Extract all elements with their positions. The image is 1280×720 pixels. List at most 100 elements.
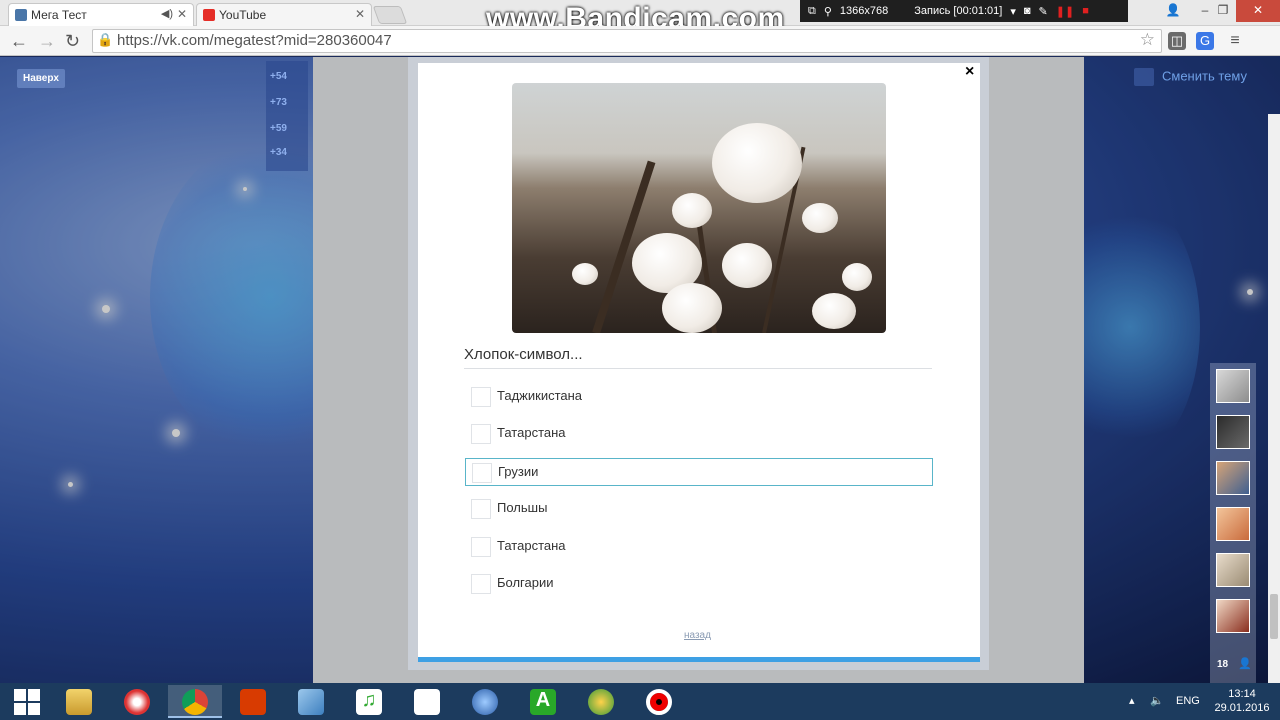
toolbar: ← → ↻ 🔒 https://vk.com/megatest?mid=2803… — [0, 26, 1280, 56]
taskbar-explorer[interactable] — [52, 685, 106, 718]
quiz-image — [512, 83, 886, 333]
translate-icon[interactable]: G — [1196, 32, 1214, 50]
tab-title: YouTube — [219, 8, 267, 22]
question-text: Хлопок-символ... — [464, 346, 583, 363]
stop-icon[interactable]: ■ — [1082, 5, 1089, 17]
taskbar-app[interactable] — [110, 685, 164, 718]
counter-badge[interactable]: +59 — [270, 123, 287, 134]
change-theme-label: Сменить тему — [1162, 68, 1247, 84]
tray-chevron-up-icon[interactable]: ▴ — [1129, 694, 1135, 707]
globe-icon — [472, 689, 498, 715]
answer-checkbox[interactable] — [471, 387, 491, 407]
tab-mega-test[interactable]: Мега Тест ◀) ✕ — [8, 3, 194, 26]
image-detail — [672, 193, 712, 228]
image-detail — [722, 243, 772, 288]
image-detail — [842, 263, 872, 291]
music-icon: ♫ — [356, 689, 382, 715]
new-tab-button[interactable] — [372, 6, 408, 24]
taskbar-app[interactable] — [458, 685, 512, 718]
change-theme-button[interactable]: Сменить тему — [1134, 68, 1247, 86]
taskbar-document[interactable] — [400, 685, 454, 718]
person-icon: 👤 — [1238, 658, 1252, 670]
taskbar-office[interactable] — [226, 685, 280, 718]
notification-counters: +54 +73 +59 +34 — [266, 61, 308, 171]
answer-checkbox[interactable] — [471, 499, 491, 519]
app-icon — [124, 689, 150, 715]
maximize-button[interactable]: ❐ — [1208, 0, 1238, 22]
friends-count[interactable]: 18 — [1217, 659, 1228, 670]
answer-option[interactable]: Таджикистана — [465, 383, 933, 411]
close-tab-icon[interactable]: ✕ — [177, 7, 187, 21]
clock-time: 13:14 — [1228, 688, 1256, 700]
record-icon — [646, 689, 672, 715]
input-language[interactable]: ENG — [1176, 695, 1200, 707]
camera-icon[interactable]: ◙ — [1024, 5, 1031, 17]
answer-checkbox[interactable] — [471, 574, 491, 594]
question-divider — [464, 368, 932, 369]
volume-icon[interactable]: 🔈 — [1150, 694, 1164, 707]
recorder-toolbar: ⧉ ⚲ 1366x768 Запись [00:01:01] ▾ ◙ ✎ ❚❚ … — [800, 0, 1128, 22]
chevron-down-icon[interactable]: ▾ — [1010, 5, 1016, 18]
image-detail — [812, 293, 856, 329]
taskbar-bandicam[interactable] — [632, 685, 686, 718]
chrome-icon — [182, 689, 208, 715]
answer-checkbox[interactable] — [471, 424, 491, 444]
answer-checkbox[interactable] — [471, 537, 491, 557]
clock-date: 29.01.2016 — [1214, 702, 1270, 714]
answer-option[interactable]: Татарстана — [465, 533, 933, 561]
scrollbar-thumb[interactable] — [1270, 594, 1278, 639]
friend-avatar[interactable] — [1216, 599, 1250, 633]
back-arrow-icon[interactable]: ← — [10, 31, 28, 51]
pause-icon[interactable]: ❚❚ — [1056, 5, 1074, 18]
system-clock[interactable]: 13:14 29.01.2016 — [1212, 687, 1272, 715]
page-scrollbar[interactable] — [1268, 114, 1280, 683]
close-tab-icon[interactable]: ✕ — [355, 7, 365, 21]
answer-checkbox[interactable] — [472, 463, 492, 483]
image-detail — [662, 283, 722, 333]
window-mode-icon[interactable]: ⧉ — [808, 5, 816, 18]
taskbar: ♫ A ▴ 🔈 ENG 13:14 29.01.2016 — [0, 683, 1280, 720]
answer-option[interactable]: Болгарии — [465, 570, 933, 598]
friend-avatar[interactable] — [1216, 369, 1250, 403]
taskbar-app[interactable]: A — [516, 685, 570, 718]
taskbar-app[interactable] — [284, 685, 338, 718]
forward-arrow-icon[interactable]: → — [38, 31, 56, 51]
taskbar-app[interactable] — [574, 685, 628, 718]
answer-option-selected[interactable]: Грузии — [465, 458, 933, 486]
warning-lock-icon[interactable]: 🔒 — [97, 32, 113, 48]
close-window-button[interactable]: ✕ — [1236, 0, 1280, 22]
friend-avatar[interactable] — [1216, 415, 1250, 449]
tab-youtube[interactable]: YouTube ✕ — [196, 3, 372, 26]
back-link[interactable]: назад — [684, 630, 711, 641]
recorder-status: Запись [00:01:01] — [914, 5, 1003, 17]
magnifier-icon[interactable]: ⚲ — [824, 5, 832, 18]
speaker-icon[interactable]: ◀) — [161, 7, 173, 20]
counter-badge[interactable]: +54 — [270, 71, 287, 82]
answer-label: Таджикистана — [497, 388, 583, 403]
reload-icon[interactable]: ↻ — [65, 31, 80, 51]
counter-badge[interactable]: +73 — [270, 97, 287, 108]
bookmark-star-icon[interactable]: ☆ — [1140, 30, 1155, 50]
user-profile-icon[interactable]: 👤 — [1158, 0, 1188, 22]
close-icon[interactable]: × — [965, 64, 974, 80]
image-detail — [572, 263, 598, 285]
friend-avatar[interactable] — [1216, 507, 1250, 541]
extension-chat-icon[interactable]: ◫ — [1168, 32, 1186, 50]
friend-avatar[interactable] — [1216, 553, 1250, 587]
answer-option[interactable]: Татарстана — [465, 420, 933, 448]
counter-badge[interactable]: +34 — [270, 147, 287, 158]
answer-option[interactable]: Польшы — [465, 495, 933, 523]
answer-label: Татарстана — [497, 425, 566, 440]
taskbar-chrome[interactable] — [168, 685, 222, 718]
menu-icon[interactable]: ≡ — [1226, 32, 1244, 50]
friend-avatar[interactable] — [1216, 461, 1250, 495]
address-bar[interactable]: 🔒 https://vk.com/megatest?mid=280360047 … — [92, 29, 1162, 53]
document-icon — [414, 689, 440, 715]
quiz-progress-bar — [418, 657, 980, 662]
pencil-icon[interactable]: ✎ — [1039, 5, 1048, 18]
answer-label: Польшы — [497, 500, 548, 515]
windows-start-icon[interactable] — [14, 689, 40, 715]
taskbar-music[interactable]: ♫ — [342, 685, 396, 718]
folder-icon — [66, 689, 92, 715]
scroll-top-button[interactable]: Наверх — [17, 69, 65, 88]
